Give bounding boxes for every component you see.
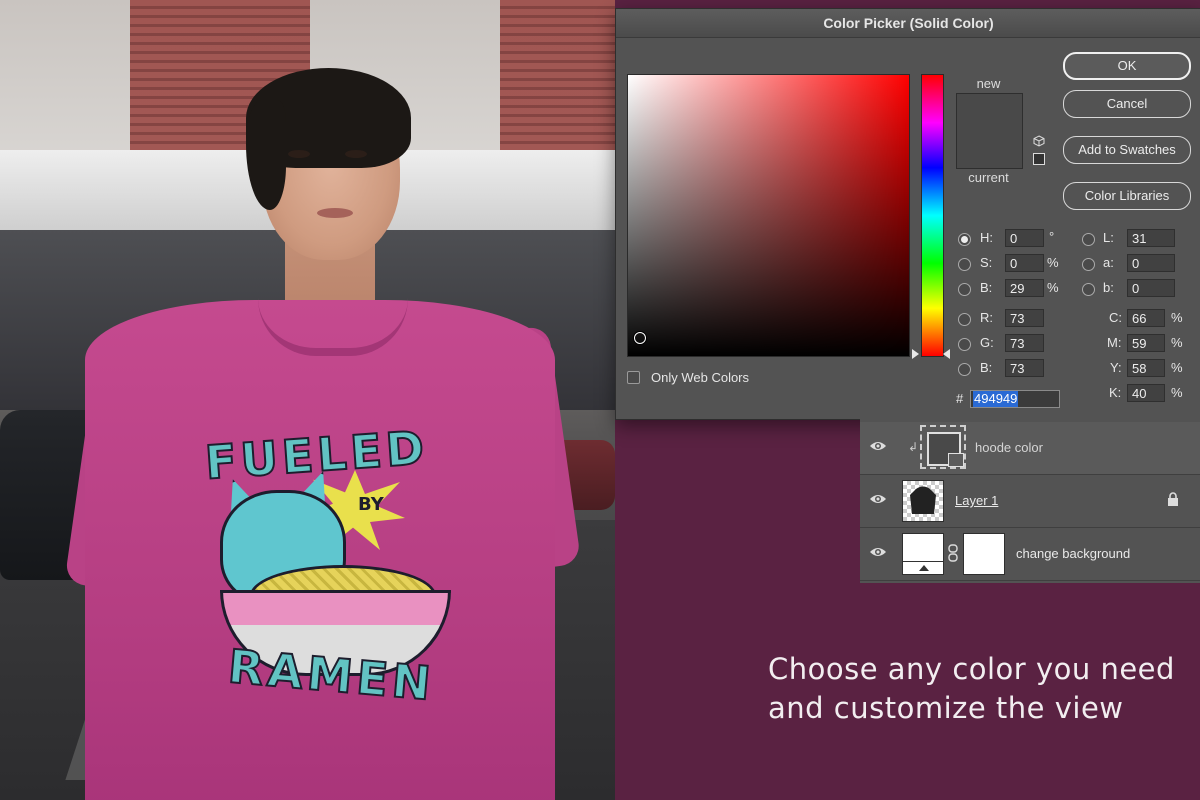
layers-panel: ↲ hoode color Layer 1 change background [860, 418, 1200, 583]
yellow-unit: % [1171, 360, 1183, 375]
out-of-gamut-cube-icon[interactable] [1033, 135, 1045, 147]
layer-thumb-levels [902, 533, 944, 575]
ok-button[interactable]: OK [1063, 52, 1191, 80]
brightness-input[interactable]: 29 [1005, 279, 1044, 297]
layer-name-change-background[interactable]: change background [1016, 546, 1130, 562]
eye-icon[interactable] [869, 440, 887, 452]
hue-slider-handle-left[interactable] [912, 349, 919, 359]
green-label: G: [980, 335, 994, 350]
lab-b-radio[interactable] [1082, 283, 1095, 296]
saturation-radio[interactable] [958, 258, 971, 271]
lab-a-label: a: [1103, 255, 1114, 270]
dialog-title: Color Picker (Solid Color) [616, 9, 1200, 38]
print-text-by: BY [358, 494, 384, 515]
color-swatch-preview[interactable] [956, 93, 1023, 169]
eye-icon[interactable] [869, 546, 887, 558]
lab-l-input[interactable]: 31 [1127, 229, 1175, 247]
layer-row-hoode-color[interactable]: ↲ hoode color [860, 422, 1200, 475]
web-safe-square-icon[interactable] [1033, 153, 1045, 165]
lab-b-label: b: [1103, 280, 1114, 295]
lab-a-input[interactable]: 0 [1127, 254, 1175, 272]
cyan-input[interactable]: 66 [1127, 309, 1165, 327]
magenta-unit: % [1171, 335, 1183, 350]
red-input[interactable]: 73 [1005, 309, 1044, 327]
brightness-unit: % [1047, 280, 1059, 295]
person-eye-right [345, 150, 367, 158]
layer-mask-thumb[interactable] [963, 533, 1005, 575]
marketing-caption: Choose any color you need and customize … [768, 650, 1188, 728]
blue-label: B: [980, 360, 993, 375]
green-radio[interactable] [958, 338, 971, 351]
brightness-radio[interactable] [958, 283, 971, 296]
saturation-input[interactable]: 0 [1005, 254, 1044, 272]
person-eye-left [288, 150, 310, 158]
lab-l-label: L: [1103, 230, 1114, 245]
hue-unit: ° [1049, 229, 1055, 244]
hue-slider-handle-right[interactable] [943, 349, 950, 359]
cyan-unit: % [1171, 310, 1183, 325]
levels-triangle-icon [919, 565, 929, 571]
caption-line-2: and customize the view [768, 691, 1124, 725]
clipping-arrow-icon: ↲ [908, 440, 919, 454]
hue-label: H: [980, 230, 993, 245]
lab-b-input[interactable]: 0 [1127, 279, 1175, 297]
yellow-label: Y: [1110, 360, 1122, 375]
black-label: K: [1109, 385, 1122, 400]
layer-name-hoode-color[interactable]: hoode color [975, 440, 1043, 456]
current-color-label: current [968, 170, 1009, 185]
new-color-label: new [976, 76, 1001, 91]
add-to-swatches-button[interactable]: Add to Swatches [1063, 136, 1191, 164]
person-mouth [317, 208, 353, 218]
eye-icon[interactable] [869, 493, 887, 505]
saturation-label: S: [980, 255, 993, 270]
layer-name-layer-1[interactable]: Layer 1 [955, 493, 998, 509]
red-radio[interactable] [958, 313, 971, 326]
black-input[interactable]: 40 [1127, 384, 1165, 402]
only-web-colors-label: Only Web Colors [651, 370, 750, 385]
layer-thumb-hoodie [902, 480, 944, 522]
color-picker-dialog: Color Picker (Solid Color) Only Web Colo… [615, 8, 1200, 420]
adjustment-layer-icon [948, 453, 964, 467]
hex-label: # [956, 391, 964, 406]
caption-line-1: Choose any color you need [768, 652, 1175, 686]
chain-link-icon[interactable] [948, 544, 958, 562]
blue-radio[interactable] [958, 363, 971, 376]
magenta-input[interactable]: 59 [1127, 334, 1165, 352]
layer-thumb-adjustment [920, 425, 966, 469]
levels-line [903, 561, 943, 562]
hex-input[interactable]: 494949 [970, 390, 1060, 408]
color-libraries-button[interactable]: Color Libraries [1063, 182, 1191, 210]
mockup-photo: FUELED BY RAMEN [0, 0, 615, 800]
hue-input[interactable]: 0 [1005, 229, 1044, 247]
layer-row-change-background[interactable]: change background [860, 528, 1200, 581]
cyan-label: C: [1109, 310, 1122, 325]
lock-icon[interactable] [1167, 492, 1179, 506]
lab-a-radio[interactable] [1082, 258, 1095, 271]
hue-radio[interactable] [958, 233, 971, 246]
color-field-cursor[interactable] [634, 332, 646, 344]
magenta-label: M: [1107, 335, 1122, 350]
hex-value-selected: 494949 [973, 391, 1019, 407]
brightness-label: B: [980, 280, 993, 295]
layer-row-layer-1[interactable]: Layer 1 [860, 475, 1200, 528]
cancel-button[interactable]: Cancel [1063, 90, 1191, 118]
green-input[interactable]: 73 [1005, 334, 1044, 352]
black-unit: % [1171, 385, 1183, 400]
saturation-unit: % [1047, 255, 1059, 270]
yellow-input[interactable]: 58 [1127, 359, 1165, 377]
blue-input[interactable]: 73 [1005, 359, 1044, 377]
saturation-brightness-field[interactable] [627, 74, 910, 357]
only-web-colors-checkbox[interactable] [627, 371, 640, 384]
hue-slider[interactable] [921, 74, 944, 357]
lab-l-radio[interactable] [1082, 233, 1095, 246]
red-label: R: [980, 310, 993, 325]
